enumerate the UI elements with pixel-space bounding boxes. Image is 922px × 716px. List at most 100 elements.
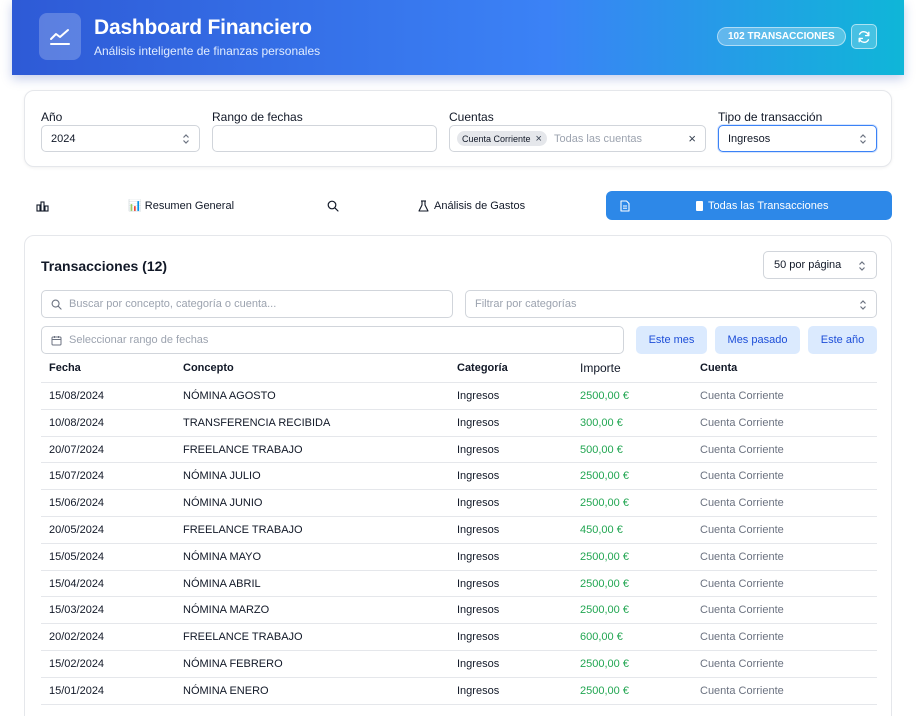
cell-concepto: NÓMINA ENERO <box>183 684 269 697</box>
cell-cuenta: Cuenta Corriente <box>700 604 784 617</box>
cell-importe: 2500,00 € <box>580 604 629 617</box>
cell-concepto: FREELANCE TRABAJO <box>183 631 303 644</box>
per-page-select[interactable]: 50 por página <box>763 251 877 279</box>
cell-importe: 300,00 € <box>580 416 623 429</box>
bar-chart-icon <box>36 200 49 212</box>
column-header-fecha[interactable]: Fecha <box>49 362 81 374</box>
cell-concepto: NÓMINA JUNIO <box>183 497 263 510</box>
chevron-updown-icon <box>860 300 866 310</box>
tab-document[interactable] <box>620 191 630 220</box>
flask-icon <box>418 199 429 212</box>
column-header-importe[interactable]: Importe <box>580 361 621 375</box>
date-range-picker[interactable]: Seleccionar rango de fechas <box>41 326 624 354</box>
tab-bar: 📊 Resumen General Análisis de Gastos Tod… <box>24 191 892 220</box>
cell-fecha: 15/02/2024 <box>49 657 105 670</box>
cell-importe: 2500,00 € <box>580 657 629 670</box>
tab-analisis-gastos[interactable]: Análisis de Gastos <box>418 191 525 220</box>
accounts-placeholder: Todas las cuentas <box>553 132 643 145</box>
year-value: 2024 <box>51 132 76 145</box>
date-range-label: Rango de fechas <box>212 110 303 124</box>
column-header-concepto[interactable]: Concepto <box>183 362 234 374</box>
cell-fecha: 20/07/2024 <box>49 443 105 456</box>
logo <box>39 13 81 60</box>
table-row[interactable]: 20/02/2024 FREELANCE TRABAJO Ingresos 600,0… <box>41 624 877 651</box>
cell-cuenta: Cuenta Corriente <box>700 684 784 697</box>
cell-cuenta: Cuenta Corriente <box>700 497 784 510</box>
transactions-card: Transacciones (12) 50 por página Buscar … <box>24 235 892 716</box>
accounts-multiselect[interactable]: Cuenta Corriente × Todas las cuentas × <box>449 125 706 152</box>
cell-cuenta: Cuenta Corriente <box>700 443 784 456</box>
transactions-count-badge: 102 TRANSACCIONES <box>717 27 846 46</box>
tab-todas-transacciones[interactable]: Todas las Transacciones <box>696 191 828 220</box>
table-row[interactable]: 20/07/2024 FREELANCE TRABAJO Ingresos 500,0… <box>41 437 877 464</box>
this-month-button[interactable]: Este mes <box>636 326 707 354</box>
search-input[interactable]: Buscar por concepto, categoría o cuenta.… <box>41 290 453 318</box>
tx-type-value: Ingresos <box>728 132 771 145</box>
cell-cuenta: Cuenta Corriente <box>700 631 784 644</box>
cell-fecha: 15/05/2024 <box>49 550 105 563</box>
search-placeholder: Buscar por concepto, categoría o cuenta.… <box>69 298 277 310</box>
table-row[interactable]: 15/02/2024 NÓMINA FEBRERO Ingresos 2500,00 … <box>41 651 877 678</box>
table-header: Fecha Concepto Categoría Importe Cuenta <box>41 356 877 383</box>
cell-fecha: 15/06/2024 <box>49 497 105 510</box>
search-icon <box>327 200 339 212</box>
cell-fecha: 15/08/2024 <box>49 390 105 402</box>
cell-importe: 600,00 € <box>580 631 623 644</box>
tab-search[interactable] <box>327 191 339 220</box>
column-header-cuenta[interactable]: Cuenta <box>700 362 737 374</box>
tab-bar-chart[interactable] <box>36 191 49 220</box>
table-row[interactable]: 15/03/2024 NÓMINA MARZO Ingresos 2500,00 € C… <box>41 597 877 625</box>
cell-concepto: NÓMINA ABRIL <box>183 577 261 590</box>
search-icon <box>51 299 62 310</box>
cell-concepto: FREELANCE TRABAJO <box>183 443 303 456</box>
chart-line-icon <box>50 28 70 45</box>
cell-concepto: TRANSFERENCIA RECIBIDA <box>183 416 331 429</box>
page-title: Dashboard Financiero <box>94 16 312 39</box>
chevron-updown-icon <box>183 134 189 144</box>
refresh-button[interactable] <box>851 24 877 49</box>
year-select[interactable]: 2024 <box>41 125 200 152</box>
table-row[interactable]: 15/08/2024 NÓMINA AGOSTO Ingresos 2500,00 €… <box>41 383 877 410</box>
document-icon <box>620 199 630 212</box>
tab-label: Todas las Transacciones <box>708 199 829 212</box>
table-row[interactable]: 15/06/2024 NÓMINA JUNIO Ingresos 2500,00 € C… <box>41 490 877 517</box>
date-range-input[interactable] <box>212 125 437 152</box>
notebook-icon <box>696 200 703 211</box>
column-header-categoria[interactable]: Categoría <box>457 362 508 374</box>
chip-remove-icon[interactable]: × <box>536 133 542 145</box>
cell-importe: 2500,00 € <box>580 550 629 563</box>
table-row[interactable]: 20/05/2024 FREELANCE TRABAJO Ingresos 450,0… <box>41 517 877 544</box>
cell-concepto: NÓMINA FEBRERO <box>183 657 283 670</box>
refresh-icon <box>858 30 870 43</box>
table-row[interactable]: 15/04/2024 NÓMINA ABRIL Ingresos 2500,00 € C… <box>41 571 877 598</box>
this-year-button[interactable]: Este año <box>808 326 877 354</box>
table-row[interactable]: 15/05/2024 NÓMINA MAYO Ingresos 2500,00 € Cu… <box>41 544 877 571</box>
year-label: Año <box>41 110 63 124</box>
tab-resumen-general[interactable]: 📊 Resumen General <box>128 191 234 220</box>
cell-categoria: Ingresos <box>457 657 500 670</box>
cell-fecha: 15/07/2024 <box>49 470 105 483</box>
cell-concepto: NÓMINA JULIO <box>183 470 261 483</box>
table-row[interactable]: 10/08/2024 TRANSFERENCIA RECIBIDA Ingresos… <box>41 410 877 437</box>
last-month-button[interactable]: Mes pasado <box>715 326 800 354</box>
cell-fecha: 20/05/2024 <box>49 523 105 536</box>
tx-type-select[interactable]: Ingresos <box>718 125 877 152</box>
tab-label: Análisis de Gastos <box>434 199 526 212</box>
transactions-title: Transacciones (12) <box>41 258 168 274</box>
calendar-icon <box>51 335 62 345</box>
cell-cuenta: Cuenta Corriente <box>700 416 784 429</box>
cell-fecha: 15/01/2024 <box>49 684 105 697</box>
cell-importe: 2500,00 € <box>580 470 629 483</box>
cell-categoria: Ingresos <box>457 470 500 483</box>
cell-categoria: Ingresos <box>457 577 500 590</box>
cell-fecha: 20/02/2024 <box>49 631 105 644</box>
chevron-updown-icon <box>859 261 865 271</box>
clear-accounts-icon[interactable]: × <box>688 131 696 146</box>
cell-categoria: Ingresos <box>457 443 500 456</box>
category-filter-select[interactable]: Filtrar por categorías <box>465 290 877 318</box>
table-row[interactable]: 15/07/2024 NÓMINA JULIO Ingresos 2500,00 € C… <box>41 463 877 491</box>
cell-categoria: Ingresos <box>457 390 500 402</box>
table-row[interactable]: 15/01/2024 NÓMINA ENERO Ingresos 2500,00 € C… <box>41 678 877 705</box>
cell-concepto: NÓMINA AGOSTO <box>183 390 276 402</box>
cell-importe: 2500,00 € <box>580 577 629 590</box>
